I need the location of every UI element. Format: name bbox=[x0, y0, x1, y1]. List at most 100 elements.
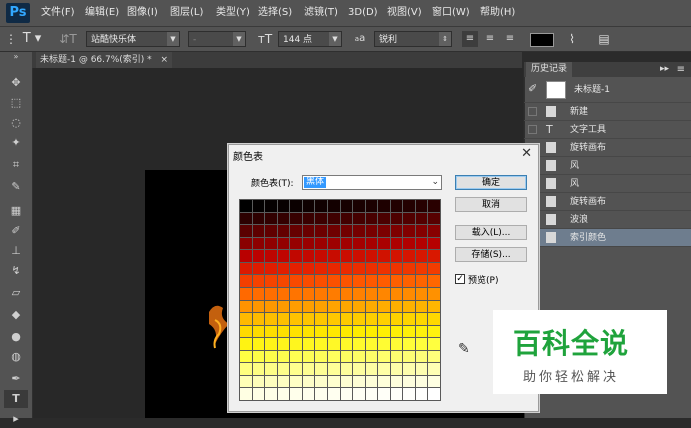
color-swatch[interactable] bbox=[353, 225, 365, 237]
lasso-tool-icon[interactable]: ◌ bbox=[4, 114, 28, 132]
color-swatch[interactable] bbox=[327, 300, 340, 313]
color-swatch[interactable] bbox=[428, 363, 440, 375]
color-swatch[interactable] bbox=[390, 338, 403, 350]
color-swatch[interactable] bbox=[390, 200, 403, 212]
color-swatch[interactable] bbox=[277, 212, 290, 225]
color-swatch[interactable] bbox=[378, 313, 390, 325]
color-swatch[interactable] bbox=[415, 363, 428, 375]
color-swatch[interactable] bbox=[428, 325, 440, 338]
color-swatch[interactable] bbox=[340, 212, 353, 225]
color-swatch[interactable] bbox=[240, 250, 252, 262]
color-swatch[interactable] bbox=[403, 237, 415, 250]
color-swatch[interactable] bbox=[403, 363, 415, 375]
color-swatch[interactable] bbox=[340, 313, 353, 325]
color-swatch[interactable] bbox=[340, 287, 353, 300]
color-swatch[interactable] bbox=[290, 313, 302, 325]
color-swatch[interactable] bbox=[340, 325, 353, 338]
color-swatch[interactable] bbox=[302, 250, 315, 262]
color-swatch[interactable] bbox=[365, 325, 378, 338]
color-swatch[interactable] bbox=[378, 262, 390, 275]
menu-item[interactable]: 选择(S) bbox=[258, 0, 292, 26]
color-swatch[interactable] bbox=[302, 375, 315, 388]
color-swatch[interactable] bbox=[327, 250, 340, 262]
eraser-tool-icon[interactable]: ▱ bbox=[4, 284, 28, 302]
history-item[interactable]: T 文字工具 bbox=[524, 121, 691, 139]
color-swatch[interactable] bbox=[277, 275, 290, 287]
color-swatch[interactable] bbox=[378, 300, 390, 313]
color-swatch[interactable] bbox=[365, 237, 378, 250]
color-swatch[interactable] bbox=[240, 350, 252, 363]
color-swatch[interactable] bbox=[415, 287, 428, 300]
color-swatch[interactable] bbox=[302, 212, 315, 225]
color-swatch[interactable] bbox=[252, 325, 265, 338]
color-swatch[interactable] bbox=[315, 375, 327, 388]
color-swatch[interactable] bbox=[252, 350, 265, 363]
chevron-down-icon[interactable]: ▼ bbox=[233, 32, 245, 46]
color-swatch[interactable] bbox=[428, 225, 440, 237]
color-swatch[interactable] bbox=[378, 350, 390, 363]
history-brush-source-icon[interactable]: ✐ bbox=[528, 82, 537, 95]
color-swatch[interactable] bbox=[378, 225, 390, 237]
color-swatch[interactable] bbox=[277, 363, 290, 375]
color-swatch[interactable] bbox=[415, 212, 428, 225]
color-swatch[interactable] bbox=[277, 237, 290, 250]
color-swatch[interactable] bbox=[378, 388, 390, 400]
font-style-select[interactable]: - ▼ bbox=[188, 31, 246, 47]
color-swatch[interactable] bbox=[390, 212, 403, 225]
color-swatch[interactable] bbox=[428, 300, 440, 313]
color-swatch[interactable] bbox=[403, 200, 415, 212]
color-swatch[interactable] bbox=[403, 388, 415, 400]
color-swatch[interactable] bbox=[265, 375, 277, 388]
pen-tool-icon[interactable]: ✒ bbox=[4, 370, 28, 388]
color-swatch[interactable] bbox=[340, 350, 353, 363]
color-swatch[interactable] bbox=[365, 313, 378, 325]
color-swatch[interactable] bbox=[265, 200, 277, 212]
color-swatch[interactable] bbox=[415, 350, 428, 363]
color-swatch[interactable] bbox=[390, 363, 403, 375]
color-swatch[interactable] bbox=[365, 300, 378, 313]
color-swatch[interactable] bbox=[252, 225, 265, 237]
color-swatch[interactable] bbox=[252, 287, 265, 300]
color-swatch[interactable] bbox=[390, 350, 403, 363]
color-swatch[interactable] bbox=[365, 287, 378, 300]
color-swatch[interactable] bbox=[315, 225, 327, 237]
color-swatch[interactable] bbox=[265, 250, 277, 262]
cancel-button[interactable]: 取消 bbox=[455, 197, 527, 212]
color-swatch[interactable] bbox=[240, 275, 252, 287]
color-swatch[interactable] bbox=[277, 287, 290, 300]
color-swatch[interactable] bbox=[302, 237, 315, 250]
color-swatch[interactable] bbox=[315, 338, 327, 350]
color-swatch[interactable] bbox=[428, 237, 440, 250]
paint-bucket-tool-icon[interactable]: ◆ bbox=[4, 306, 28, 324]
chevron-down-icon[interactable]: ⇕ bbox=[439, 32, 451, 46]
color-swatch[interactable] bbox=[315, 363, 327, 375]
color-swatch[interactable] bbox=[302, 287, 315, 300]
color-swatch[interactable] bbox=[252, 375, 265, 388]
color-swatch[interactable] bbox=[353, 300, 365, 313]
color-swatch[interactable] bbox=[390, 237, 403, 250]
color-swatch[interactable] bbox=[240, 363, 252, 375]
color-swatch[interactable] bbox=[265, 325, 277, 338]
color-swatch[interactable] bbox=[378, 275, 390, 287]
color-swatch[interactable] bbox=[390, 375, 403, 388]
brush-tool-icon[interactable]: ✐ bbox=[4, 222, 28, 240]
color-swatch[interactable] bbox=[252, 338, 265, 350]
color-swatch[interactable] bbox=[353, 237, 365, 250]
color-swatch[interactable] bbox=[353, 313, 365, 325]
color-swatch[interactable] bbox=[353, 250, 365, 262]
color-swatch[interactable] bbox=[240, 375, 252, 388]
color-swatch[interactable] bbox=[252, 363, 265, 375]
color-swatch[interactable] bbox=[252, 275, 265, 287]
color-swatch[interactable] bbox=[240, 200, 252, 212]
color-swatch[interactable] bbox=[390, 275, 403, 287]
menu-item[interactable]: 滤镜(T) bbox=[304, 0, 338, 26]
color-swatch[interactable] bbox=[277, 300, 290, 313]
color-swatch[interactable] bbox=[415, 375, 428, 388]
color-swatch[interactable] bbox=[290, 262, 302, 275]
color-swatch[interactable] bbox=[327, 338, 340, 350]
color-swatch[interactable] bbox=[403, 250, 415, 262]
color-swatch[interactable] bbox=[415, 275, 428, 287]
color-swatch[interactable] bbox=[290, 363, 302, 375]
color-swatch[interactable] bbox=[428, 375, 440, 388]
color-swatch[interactable] bbox=[353, 363, 365, 375]
